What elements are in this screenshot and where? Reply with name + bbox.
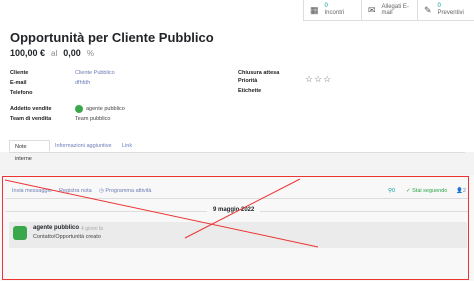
date-label: 9 maggio 2022	[207, 207, 261, 213]
team-field[interactable]: Team pubblico	[75, 116, 110, 122]
cliente-field[interactable]: Cliente Pubblico	[75, 70, 115, 76]
send-message-button[interactable]: Invia messaggio	[12, 188, 52, 194]
avatar[interactable]	[13, 226, 27, 240]
percent-sign: %	[86, 49, 94, 58]
team-label: Team di vendita	[10, 116, 52, 122]
incontri-button[interactable]: ▦ 0 Incontri	[303, 0, 361, 21]
log-note-button[interactable]: Registra nota	[59, 188, 92, 194]
etichette-label: Etichette	[238, 88, 262, 94]
page-title: Opportunità per Cliente Pubblico	[10, 30, 214, 45]
tab-link[interactable]: Link	[117, 140, 141, 152]
stat-buttons: ▦ 0 Incontri ✉ Allegati E-mail ✎ 0 Preve…	[303, 0, 474, 21]
notebook-tabs: Note interne Informazioni aggiuntive Lin…	[9, 140, 465, 162]
email-field[interactable]: dfhfdh	[75, 80, 90, 86]
addetto-label: Addetto vendite	[10, 106, 52, 112]
preventivi-button[interactable]: ✎ 0 Preventivi	[417, 0, 474, 21]
telefono-label: Telefono	[10, 90, 33, 96]
edit-icon: ✎	[424, 4, 432, 15]
email-icon: ✉	[368, 4, 376, 15]
expected-revenue[interactable]: 100,00 €	[10, 48, 45, 58]
calendar-icon: ▦	[310, 4, 319, 15]
message-body: Contatto/Opportunità creato	[33, 234, 101, 240]
user-icon: 👤	[456, 188, 463, 194]
tab-note-interne[interactable]: Note interne	[9, 140, 50, 162]
amounts-row: 100,00 € al 0,00 %	[10, 48, 94, 58]
message-time: - 4 giorni fa	[78, 226, 104, 232]
chiusura-label: Chiusura attesa	[238, 70, 280, 76]
addetto-field[interactable]: agente pubblico	[86, 106, 125, 112]
tab-informazioni-aggiuntive[interactable]: Informazioni aggiuntive	[50, 140, 118, 152]
email-label: E-mail	[10, 80, 27, 86]
cliente-label: Cliente	[10, 70, 29, 76]
avatar	[75, 105, 83, 113]
followers-button[interactable]: 👤2	[456, 188, 466, 194]
message-author[interactable]: agente pubblico	[33, 225, 79, 231]
priorita-label: Priorità	[238, 78, 258, 84]
chatter-divider	[5, 198, 469, 199]
allegati-email-button[interactable]: ✉ Allegati E-mail	[361, 0, 417, 21]
probability-value[interactable]: 0,00	[63, 48, 81, 58]
form-sheet: ▦ 0 Incontri ✉ Allegati E-mail ✎ 0 Preve…	[0, 0, 474, 162]
attachments-button[interactable]: ⚲0	[388, 188, 395, 194]
priority-stars[interactable]: ☆☆☆	[305, 74, 332, 85]
following-button[interactable]: ✓ Stai seguendo	[406, 188, 447, 194]
schedule-activity-button[interactable]: ◷ Programma attività	[99, 188, 151, 194]
at-label: al	[51, 49, 58, 58]
